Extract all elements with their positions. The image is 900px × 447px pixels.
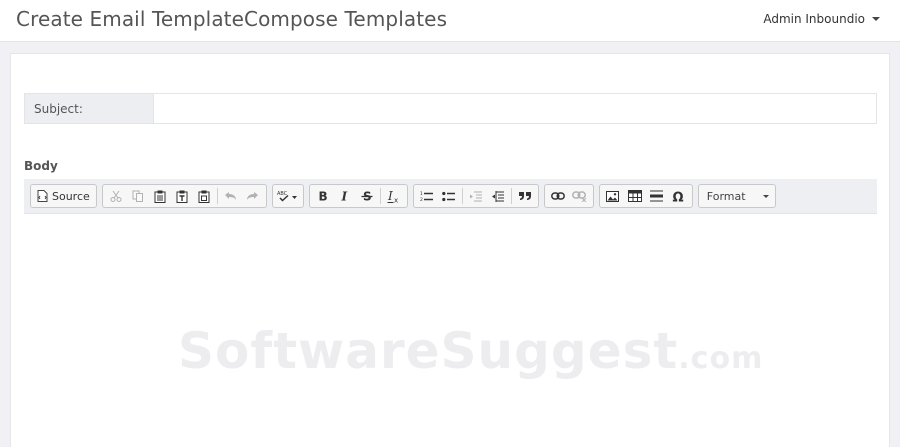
cut-icon bbox=[110, 190, 122, 202]
svg-text:1: 1 bbox=[420, 191, 423, 197]
svg-text:x: x bbox=[394, 196, 398, 203]
special-char-button[interactable]: Ω bbox=[668, 186, 690, 206]
svg-text:Ω: Ω bbox=[673, 190, 684, 203]
subject-input[interactable] bbox=[154, 94, 876, 123]
body-label: Body bbox=[24, 159, 58, 173]
svg-text:2: 2 bbox=[420, 197, 423, 202]
svg-text:I: I bbox=[387, 190, 393, 203]
top-bar: Create Email TemplateCompose Templates A… bbox=[0, 0, 900, 42]
copy-icon bbox=[132, 190, 143, 202]
paste-text-button[interactable] bbox=[171, 186, 193, 206]
chevron-down-icon bbox=[762, 194, 769, 198]
horizontal-rule-button[interactable] bbox=[646, 186, 668, 206]
bold-button[interactable]: B bbox=[312, 186, 334, 206]
toolbar-group-basicstyles: B I S Ix bbox=[308, 184, 408, 208]
undo-button[interactable] bbox=[220, 186, 242, 206]
spellcheck-icon: ABC bbox=[277, 191, 297, 202]
table-icon bbox=[627, 190, 642, 202]
image-button[interactable] bbox=[602, 186, 624, 206]
paste-word-icon bbox=[198, 190, 210, 203]
format-label: Format bbox=[706, 189, 746, 203]
bulleted-list-icon bbox=[442, 191, 456, 201]
image-icon bbox=[606, 190, 620, 202]
body-editor[interactable] bbox=[24, 215, 877, 447]
redo-icon bbox=[247, 192, 259, 200]
source-button[interactable]: Source bbox=[33, 186, 94, 206]
subject-label: Subject: bbox=[25, 94, 154, 123]
remove-format-button[interactable]: Ix bbox=[383, 186, 405, 206]
toolbar-group-document: Source bbox=[30, 184, 97, 208]
bulleted-list-button[interactable] bbox=[438, 186, 460, 206]
redo-button[interactable] bbox=[242, 186, 264, 206]
toolbar-separator bbox=[510, 188, 512, 204]
paste-icon bbox=[154, 190, 166, 203]
numbered-list-button[interactable]: 12 bbox=[416, 186, 438, 206]
svg-text:I: I bbox=[340, 190, 347, 202]
horizontal-rule-icon bbox=[650, 190, 664, 202]
paste-button[interactable] bbox=[149, 186, 171, 206]
unlink-button[interactable] bbox=[569, 186, 591, 206]
svg-text:ABC: ABC bbox=[277, 191, 288, 197]
paste-word-button[interactable] bbox=[193, 186, 215, 206]
copy-button[interactable] bbox=[127, 186, 149, 206]
user-name: Admin Inboundio bbox=[763, 12, 865, 26]
chevron-down-icon bbox=[872, 17, 880, 21]
user-menu[interactable]: Admin Inboundio bbox=[763, 12, 880, 26]
blockquote-icon bbox=[518, 192, 531, 200]
source-icon bbox=[37, 190, 48, 202]
toolbar-separator bbox=[379, 188, 381, 204]
special-char-icon: Ω bbox=[673, 190, 684, 203]
blockquote-button[interactable] bbox=[514, 186, 536, 206]
source-label: Source bbox=[52, 189, 90, 203]
template-form-card: Subject: Body Source ABC B I I x 1 2 Ω F… bbox=[10, 53, 890, 447]
link-icon bbox=[550, 192, 565, 200]
indent-icon bbox=[492, 190, 505, 202]
page-title: Create Email TemplateCompose Templates bbox=[16, 7, 448, 31]
toolbar-group-links bbox=[543, 184, 594, 208]
remove-format-icon: Ix bbox=[387, 190, 398, 203]
spellcheck-button[interactable]: ABC bbox=[275, 186, 301, 206]
toolbar-separator bbox=[461, 188, 463, 204]
italic-button[interactable]: I bbox=[334, 186, 356, 206]
numbered-list-icon: 12 bbox=[420, 191, 434, 202]
toolbar-group-paragraph: 12 bbox=[412, 184, 539, 208]
toolbar-group-editing: ABC bbox=[271, 184, 304, 208]
subject-row: Subject: bbox=[24, 93, 877, 124]
cut-button[interactable] bbox=[105, 186, 127, 206]
unlink-icon bbox=[572, 190, 587, 202]
svg-text:B: B bbox=[318, 190, 327, 202]
toolbar-group-clipboard bbox=[101, 184, 267, 208]
strike-icon: S bbox=[361, 190, 373, 202]
table-button[interactable] bbox=[624, 186, 646, 206]
paste-text-icon bbox=[176, 190, 188, 203]
indent-button[interactable] bbox=[487, 186, 509, 206]
outdent-button[interactable] bbox=[465, 186, 487, 206]
bold-icon: B bbox=[318, 190, 327, 202]
italic-icon: I bbox=[340, 190, 347, 202]
undo-icon bbox=[225, 192, 237, 200]
editor-toolbar: Source ABC B I I x 1 2 Ω Format bbox=[24, 179, 877, 214]
format-dropdown[interactable]: Format bbox=[697, 184, 776, 208]
toolbar-separator bbox=[216, 188, 218, 204]
toolbar-group-insert: Ω bbox=[598, 184, 693, 208]
link-button[interactable] bbox=[547, 186, 569, 206]
strike-button[interactable]: S bbox=[356, 186, 378, 206]
outdent-icon bbox=[470, 191, 483, 201]
